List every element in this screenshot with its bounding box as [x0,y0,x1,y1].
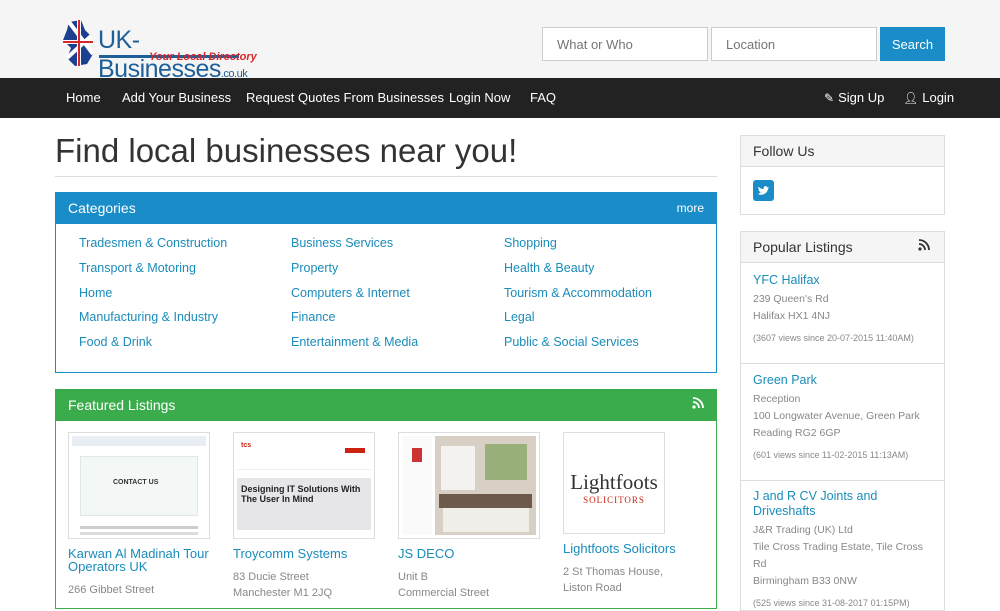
listing-address: 83 Ducie Street Manchester M1 2JQ [233,569,383,601]
category-business-services[interactable]: Business Services [291,236,418,261]
nav-login[interactable]: 👤︎ Login [903,78,954,118]
listing-thumbnail[interactable] [398,432,540,539]
popular-listing[interactable]: Green Park Reception 100 Longwater Avenu… [753,372,938,460]
nav-add-business[interactable]: Add Your Business [122,78,231,118]
category-property[interactable]: Property [291,261,418,286]
popular-listing-address: Birmingham B33 0NW [753,575,857,587]
listing-address-line: Manchester M1 2JQ [233,587,333,599]
listing-name[interactable]: Karwan Al Madinah Tour Operators UK [68,547,218,573]
category-computers[interactable]: Computers & Internet [291,286,418,311]
category-column-3: Shopping Health & Beauty Tourism & Accom… [504,236,652,360]
popular-listings-header: Popular Listings [741,232,944,263]
listing-address: 266 Gibbet Street [68,584,155,596]
thumb-text: Designing IT Solutions With The User In … [241,484,361,504]
category-tourism[interactable]: Tourism & Accommodation [504,286,652,311]
listing-name[interactable]: JS DECO [398,547,548,560]
listing-name[interactable]: Lightfoots Solicitors [563,542,713,555]
follow-us-box: Follow Us [740,135,945,215]
category-finance[interactable]: Finance [291,310,418,335]
category-public-social[interactable]: Public & Social Services [504,335,652,360]
categories-heading: Categories [68,200,136,216]
category-transport[interactable]: Transport & Motoring [79,261,227,286]
popular-listing-address: Reading RG2 6GP [753,427,841,439]
user-icon: 👤︎ [903,91,919,105]
site-logo[interactable]: UK-Businesses.co.uk Your Local Directory [55,16,285,83]
rss-icon[interactable] [692,390,704,421]
popular-listings-heading: Popular Listings [753,239,853,255]
featured-listing[interactable]: tcs Designing IT Solutions With The User… [233,432,383,601]
nav-request-quotes[interactable]: Request Quotes From Businesses [246,78,444,118]
listing-divider [741,480,944,481]
thumb-subtext: SOLICITORS [583,495,645,505]
popular-listing-name[interactable]: Green Park [753,373,817,387]
popular-listing-name[interactable]: J and R CV Joints and Driveshafts [753,489,877,518]
follow-us-heading: Follow Us [741,136,944,167]
popular-listing-views: (3607 views since 20-07-2015 11:40AM) [753,333,914,343]
listing-address-line: 83 Ducie Street [233,571,309,583]
popular-listings-box: Popular Listings YFC Halifax 239 Queen's… [740,231,945,611]
listing-thumbnail[interactable]: tcs Designing IT Solutions With The User… [233,432,375,539]
featured-heading: Featured Listings [68,397,176,413]
union-jack-icon [63,20,95,66]
category-tradesmen[interactable]: Tradesmen & Construction [79,236,227,261]
category-health-beauty[interactable]: Health & Beauty [504,261,652,286]
featured-listing[interactable]: JS DECO Unit B Commercial Street [398,432,548,601]
categories-panel: Categories more Tradesmen & Construction… [55,192,717,373]
search-button[interactable]: Search [880,27,945,61]
popular-listing-address: 239 Queen's Rd [753,293,829,305]
listing-address: 2 St Thomas House, Liston Road [563,566,664,594]
thumb-text: CONTACT US [113,479,159,486]
nav-login-label: Login [922,90,955,105]
listing-name[interactable]: Troycomm Systems [233,547,383,560]
popular-listing-address: J&R Trading (UK) Ltd [753,524,853,536]
listing-thumbnail[interactable]: CONTACT US [68,432,210,539]
thumb-text: Lightfoots [570,470,658,494]
nav-signup-label: Sign Up [838,90,885,105]
rss-icon[interactable] [918,232,930,263]
popular-listing-address: Tile Cross Trading Estate, Tile Cross Rd [753,541,923,570]
popular-listing[interactable]: YFC Halifax 239 Queen's Rd Halifax HX1 4… [753,272,938,343]
listing-address-line: Unit B [398,571,428,583]
listing-address-line: Commercial Street [398,587,490,599]
featured-listing[interactable]: CONTACT US Karwan Al Madinah Tour Operat… [68,432,218,598]
category-home[interactable]: Home [79,286,227,311]
search-location-input[interactable] [711,27,877,61]
nav-home[interactable]: Home [66,78,101,118]
category-column-2: Business Services Property Computers & I… [291,236,418,360]
popular-listing-address: Halifax HX1 4NJ [753,310,831,322]
listing-divider [741,363,944,364]
category-manufacturing[interactable]: Manufacturing & Industry [79,310,227,335]
category-shopping[interactable]: Shopping [504,236,652,261]
popular-listing-address: Reception [753,393,801,405]
nav-signup[interactable]: ✎ Sign Up [824,78,884,118]
logo-tagline: Your Local Directory [149,51,257,63]
category-column-1: Tradesmen & Construction Transport & Mot… [79,236,227,360]
listing-thumbnail[interactable]: Lightfoots SOLICITORS [563,432,665,534]
listing-address: Unit B Commercial Street [398,569,548,601]
popular-listing-views: (601 views since 11-02-2015 11:13AM) [753,450,909,460]
popular-listing-address: 100 Longwater Avenue, Green Park [753,410,920,422]
nav-faq[interactable]: FAQ [530,78,556,118]
site-header: UK-Businesses.co.uk Your Local Directory… [0,0,1000,83]
featured-listing[interactable]: Lightfoots SOLICITORS Lightfoots Solicit… [563,432,713,596]
twitter-icon[interactable] [753,180,774,201]
page-title: Find local businesses near you! [55,132,518,169]
categories-header: Categories more [56,193,716,224]
nav-login-now[interactable]: Login Now [449,78,510,118]
search-what-input[interactable] [542,27,708,61]
category-legal[interactable]: Legal [504,310,652,335]
categories-more-link[interactable]: more [677,193,704,224]
category-entertainment[interactable]: Entertainment & Media [291,335,418,360]
main-nav: Home Add Your Business Request Quotes Fr… [0,78,1000,118]
featured-panel: Featured Listings CONTACT US Karwan Al M… [55,389,717,609]
pencil-icon: ✎ [824,91,835,105]
popular-listing-name[interactable]: YFC Halifax [753,273,820,287]
featured-header: Featured Listings [56,390,716,421]
title-divider [55,176,717,177]
popular-listing[interactable]: J and R CV Joints and Driveshafts J&R Tr… [753,488,938,608]
category-food-drink[interactable]: Food & Drink [79,335,227,360]
